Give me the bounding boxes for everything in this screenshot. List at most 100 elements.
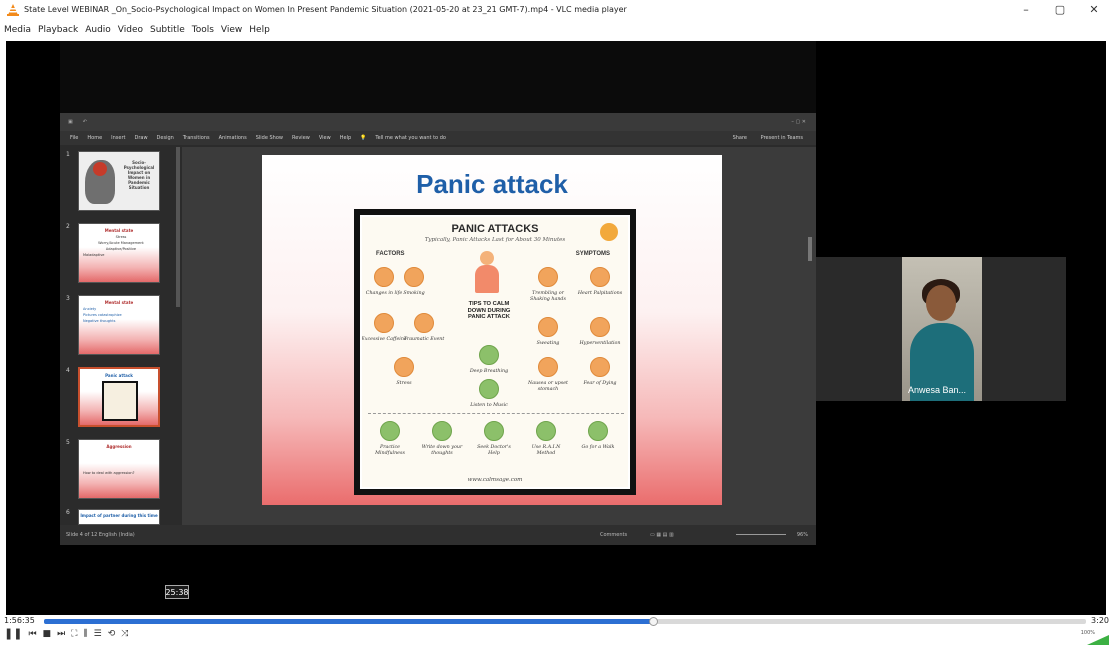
thumb-title: Aggression [106, 444, 132, 449]
ppt-status-bar: Slide 4 of 12 English (India) Comments ▭… [60, 525, 816, 545]
menu-video[interactable]: Video [118, 25, 143, 35]
volume-label: 100% [1080, 630, 1095, 636]
lightning-icon [394, 357, 414, 377]
time-elapsed: 1:56:35 [4, 616, 35, 625]
thumb-number: 2 [66, 223, 70, 230]
seek-progress [44, 619, 653, 624]
video-black-band [60, 41, 816, 113]
webcam-name: Anwesa Ban... [908, 385, 967, 395]
rain-icon [536, 421, 556, 441]
video-area[interactable]: ▣ ↶ – ▢ ✕ File Home Insert Draw Design T… [6, 41, 1106, 615]
seek-handle[interactable] [648, 617, 658, 626]
webcam-tile: Anwesa Ban... [816, 257, 1066, 401]
seek-row: 1:56:35 3:20 [0, 615, 1111, 627]
loop-button[interactable]: ⟲ [108, 627, 116, 641]
playback-controls: ❚❚ ⏮ ■ ⏭ ⛶ ⫼ ☰ ⟲ ⤨ [0, 627, 1111, 641]
thumb-line: How to deal with aggression? [83, 471, 135, 475]
speaker-head [926, 285, 956, 321]
ppt-tab-slideshow: Slide Show [255, 135, 284, 141]
ppt-undo-icon: ↶ [82, 119, 87, 125]
playlist-button[interactable]: ☰ [94, 627, 102, 641]
poster-heading: PANIC ATTACKS [451, 223, 539, 235]
poster-subheading: Typically, Panic Attacks Last for About … [424, 237, 566, 243]
ppt-tab-review: Review [292, 135, 310, 141]
fullscreen-button[interactable]: ⛶ [71, 627, 77, 641]
volume-wedge-icon [1087, 635, 1109, 645]
thumb-slide-6: Impact of partner during this time [78, 509, 160, 525]
doctor-icon [484, 421, 504, 441]
poster-divider [368, 413, 624, 414]
menu-audio[interactable]: Audio [85, 25, 111, 35]
next-button[interactable]: ⏭ [57, 627, 65, 641]
lungs-symptom-icon [590, 317, 610, 337]
thumb-number: 1 [66, 151, 70, 158]
symptom-palpitations: Heart Palpitations [577, 291, 623, 296]
factor-smoking: Smoking [403, 291, 425, 296]
tip-mindfulness: Practice Mindfulness [375, 445, 405, 456]
tip-music: Listen to Music [470, 403, 508, 408]
pen-icon [432, 421, 452, 441]
ppt-ribbon: File Home Insert Draw Design Transitions… [60, 131, 816, 145]
clock-icon [414, 313, 434, 333]
thumb-slide-2: Mental state Stress Worry/Acute Manageme… [78, 223, 160, 283]
factor-stress: Stress [396, 381, 412, 386]
lungs-icon [479, 345, 499, 365]
thumb-line: Pictures catastrophize [83, 313, 122, 317]
maximize-button[interactable]: ▢ [1043, 0, 1077, 18]
thumb-poster [102, 381, 138, 421]
ppt-tab-file: File [70, 135, 79, 141]
seek-time-tooltip: 25:38 [165, 585, 189, 599]
tip-deep-breathing: Deep Breathing [469, 369, 509, 374]
thumb-title: Panic attack [105, 373, 133, 378]
ppt-tab-transitions: Transitions [182, 135, 210, 141]
close-button[interactable]: ✕ [1077, 0, 1111, 18]
thumb-title: Socio-Psychological Impact on Women in P… [123, 160, 155, 190]
menu-subtitle[interactable]: Subtitle [150, 25, 185, 35]
seek-bar[interactable] [44, 617, 1086, 626]
shuffle-button[interactable]: ⤨ [121, 627, 128, 641]
menu-media[interactable]: Media [4, 25, 31, 35]
tip-write: Write down your thoughts [421, 445, 463, 456]
lotus-logo-icon [600, 223, 618, 241]
ppt-zoom-slider [736, 534, 786, 535]
minimize-button[interactable]: – [1009, 0, 1043, 18]
thumb-brain-image [93, 162, 107, 176]
warning-icon [590, 357, 610, 377]
extended-settings-button[interactable]: ⫼ [83, 627, 87, 641]
previous-button[interactable]: ⏮ [28, 627, 36, 641]
heart-palpitation-icon [590, 267, 610, 287]
powerpoint-window: ▣ ↶ – ▢ ✕ File Home Insert Draw Design T… [60, 113, 816, 545]
ppt-tab-view: View [318, 135, 331, 141]
thumb-title: Mental state [104, 300, 134, 305]
ppt-edit-area: Panic attack PANIC ATTACKS Typically, Pa… [182, 147, 816, 525]
window-title: State Level WEBINAR _On_Socio-Psychologi… [24, 4, 627, 14]
volume-control[interactable]: 100% [1069, 630, 1109, 645]
tips-heading: TIPS TO CALM DOWN DURING PANIC ATTACK [467, 301, 511, 321]
webcam-video [902, 257, 982, 401]
thumb-title: Impact of partner during this time [80, 513, 158, 518]
menu-playback[interactable]: Playback [38, 25, 78, 35]
stop-button[interactable]: ■ [43, 627, 52, 641]
ppt-present-teams: Present in Teams [760, 135, 803, 141]
sweat-icon [538, 317, 558, 337]
cigarette-icon [404, 267, 424, 287]
thumb-slide-4-selected: Panic attack [78, 367, 160, 427]
ppt-save-icon: ▣ [68, 119, 73, 125]
mindfulness-icon [380, 421, 400, 441]
symptom-sweating: Sweating [536, 341, 560, 346]
menu-bar: Media Playback Audio Video Subtitle Tool… [0, 18, 1111, 41]
thumb-line: Anxiety [83, 307, 97, 311]
thumb-scrollbar [176, 147, 180, 307]
pause-button[interactable]: ❚❚ [4, 627, 22, 641]
hands-icon [538, 267, 558, 287]
menu-tools[interactable]: Tools [192, 25, 214, 35]
slide-scrollbar [808, 237, 812, 261]
menu-help[interactable]: Help [249, 25, 270, 35]
coffee-icon [374, 313, 394, 333]
walk-icon [588, 421, 608, 441]
ppt-tell-me: Tell me what you want to do [375, 135, 446, 141]
menu-view[interactable]: View [221, 25, 242, 35]
thumb-line: Worry/Acute Management [98, 241, 144, 245]
ppt-thumbnail-pane: 1 Socio-Psychological Impact on Women in… [60, 147, 178, 525]
symptom-trembling: Trembling or Shaking hands [530, 291, 566, 302]
